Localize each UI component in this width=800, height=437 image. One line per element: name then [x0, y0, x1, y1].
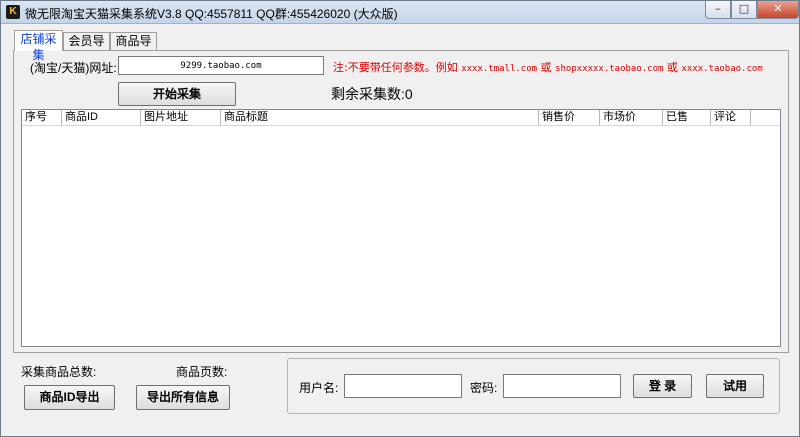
- column-header-index[interactable]: 序号: [22, 110, 62, 125]
- minimize-button[interactable]: –: [705, 1, 731, 19]
- column-header-sold[interactable]: 已售: [663, 110, 711, 125]
- export-all-button[interactable]: 导出所有信息: [136, 385, 230, 410]
- note-example-shop: shopxxxxx.taobao.com: [555, 64, 664, 74]
- column-header-title[interactable]: 商品标题: [221, 110, 539, 125]
- password-label: 密码:: [470, 381, 498, 395]
- close-button[interactable]: ✕: [757, 1, 799, 19]
- username-field[interactable]: [344, 374, 462, 398]
- product-list[interactable]: 序号 商品ID 图片地址 商品标题 销售价 市场价 已售 评论: [21, 109, 781, 347]
- column-header-product-id[interactable]: 商品ID: [62, 110, 141, 125]
- shop-url-input[interactable]: [118, 56, 324, 75]
- column-header-image-url[interactable]: 图片地址: [141, 110, 221, 125]
- app-logo-icon: K: [6, 5, 20, 19]
- note-or-1: 或: [537, 61, 556, 74]
- total-products-label: 采集商品总数:: [21, 365, 97, 379]
- list-header: 序号 商品ID 图片地址 商品标题 销售价 市场价 已售 评论: [22, 110, 780, 126]
- start-collect-button[interactable]: 开始采集: [118, 82, 236, 106]
- column-header-market-price[interactable]: 市场价: [600, 110, 663, 125]
- title-bar[interactable]: K 微无限淘宝天猫采集系统V3.8 QQ:4557811 QQ群:4554260…: [1, 1, 799, 24]
- tab-member-import[interactable]: 会员导入: [63, 32, 110, 64]
- note-example-tmall: xxxx.tmall.com: [461, 64, 538, 74]
- note-example-taobao: xxxx.taobao.com: [681, 64, 763, 74]
- password-field[interactable]: [503, 374, 621, 398]
- url-hint-note: 注:不要带任何参数。例如 xxxx.tmall.com 或 shopxxxxx.…: [333, 59, 763, 75]
- login-button[interactable]: 登 录: [633, 374, 692, 398]
- tab-product-import[interactable]: 商品导入: [110, 32, 157, 64]
- window-title: 微无限淘宝天猫采集系统V3.8 QQ:4557811 QQ群:455426020…: [25, 7, 398, 21]
- column-header-sale-price[interactable]: 销售价: [539, 110, 600, 125]
- tab-shop-collect[interactable]: 店铺采集: [14, 30, 63, 62]
- maximize-button[interactable]: □: [731, 1, 757, 19]
- note-or-2: 或: [663, 61, 682, 74]
- username-label: 用户名:: [299, 381, 339, 395]
- app-window: K 微无限淘宝天猫采集系统V3.8 QQ:4557811 QQ群:4554260…: [0, 0, 800, 437]
- column-header-reviews[interactable]: 评论: [711, 110, 751, 125]
- remaining-count: 剩余采集数:0: [331, 86, 413, 102]
- note-prefix: 注:不要带任何参数。例如: [333, 61, 462, 74]
- product-pages-label: 商品页数:: [176, 365, 228, 379]
- trial-button[interactable]: 试用: [706, 374, 764, 398]
- export-ids-button[interactable]: 商品ID导出: [24, 385, 115, 410]
